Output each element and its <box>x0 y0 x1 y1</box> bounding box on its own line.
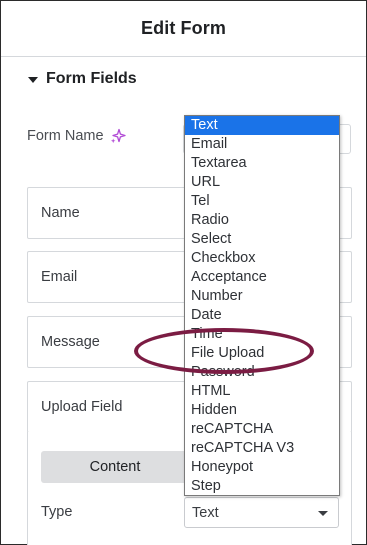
type-select-value: Text <box>192 504 219 521</box>
form-fields-section-toggle[interactable]: Form Fields <box>28 70 137 88</box>
type-select[interactable]: Text <box>184 497 339 528</box>
dropdown-option-hidden[interactable]: Hidden <box>185 401 339 420</box>
dropdown-option-text[interactable]: Text <box>185 116 339 135</box>
form-name-label: Form Name <box>27 128 104 144</box>
chevron-down-icon <box>318 511 328 516</box>
dropdown-option-recaptcha-v3[interactable]: reCAPTCHA V3 <box>185 439 339 458</box>
dropdown-option-radio[interactable]: Radio <box>185 211 339 230</box>
dropdown-option-date[interactable]: Date <box>185 306 339 325</box>
dropdown-option-honeypot[interactable]: Honeypot <box>185 458 339 477</box>
section-label: Form Fields <box>46 70 137 87</box>
dropdown-option-email[interactable]: Email <box>185 135 339 154</box>
dropdown-option-recaptcha[interactable]: reCAPTCHA <box>185 420 339 439</box>
panel-title: Edit Form <box>141 18 226 38</box>
dropdown-option-textarea[interactable]: Textarea <box>185 154 339 173</box>
dropdown-option-password[interactable]: Password <box>185 363 339 382</box>
dropdown-option-select[interactable]: Select <box>185 230 339 249</box>
caret-down-icon <box>28 76 38 83</box>
field-item-label: Message <box>41 334 100 350</box>
field-item-label: Name <box>41 205 80 221</box>
dropdown-option-time[interactable]: Time <box>185 325 339 344</box>
field-item-label: Email <box>41 269 78 285</box>
dropdown-option-html[interactable]: HTML <box>185 382 339 401</box>
tab-content[interactable]: Content <box>41 451 189 483</box>
dropdown-option-number[interactable]: Number <box>185 287 339 306</box>
type-dropdown-list[interactable]: Text Email Textarea URL Tel Radio Select Checkb… <box>184 115 340 496</box>
dropdown-option-url[interactable]: URL <box>185 173 339 192</box>
dropdown-option-tel[interactable]: Tel <box>185 192 339 211</box>
panel-header: Edit Form <box>1 1 366 57</box>
field-item-label: Upload Field <box>41 399 123 415</box>
dropdown-option-acceptance[interactable]: Acceptance <box>185 268 339 287</box>
dropdown-option-step[interactable]: Step <box>185 477 339 496</box>
type-label: Type <box>41 504 73 520</box>
dropdown-option-checkbox[interactable]: Checkbox <box>185 249 339 268</box>
dropdown-option-file-upload[interactable]: File Upload <box>185 344 339 363</box>
ai-sparkle-icon[interactable] <box>110 128 126 144</box>
form-name-row: Form Name <box>27 128 126 144</box>
